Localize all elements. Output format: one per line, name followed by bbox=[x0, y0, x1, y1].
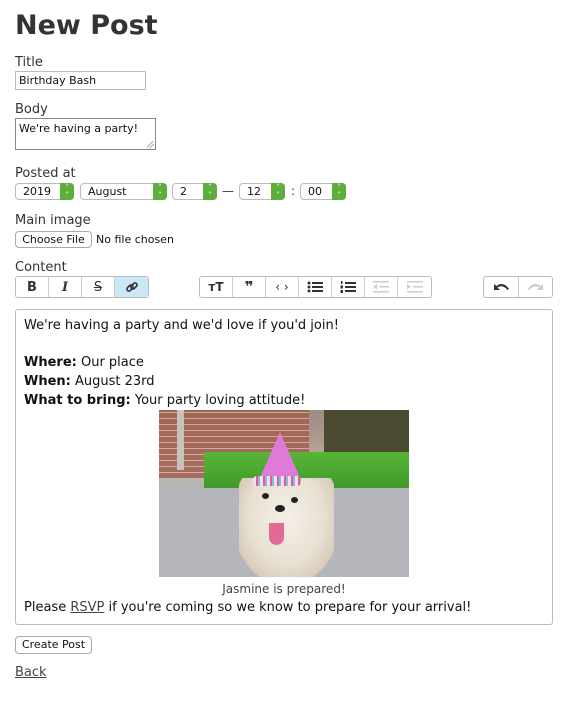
month-value: August bbox=[88, 185, 127, 198]
where-value: Our place bbox=[76, 355, 144, 370]
when-line: When: August 23rd bbox=[24, 374, 155, 389]
bold-icon: B bbox=[27, 279, 37, 295]
heading-icon: тT bbox=[208, 280, 224, 294]
title-label: Title bbox=[15, 55, 43, 70]
dog-eye-right bbox=[291, 497, 298, 503]
when-value: August 23rd bbox=[70, 374, 155, 389]
chevron-up-down-icon: ˄ ˅ bbox=[332, 183, 346, 200]
numbered-list-icon bbox=[340, 281, 356, 293]
drain-pipe bbox=[177, 410, 184, 470]
hour-select[interactable]: 12 ˄ ˅ bbox=[239, 183, 285, 200]
dog-party-photo[interactable] bbox=[159, 410, 409, 577]
link-button[interactable] bbox=[115, 277, 148, 297]
posted-at-label: Posted at bbox=[15, 166, 76, 181]
rsvp-line: Please RSVP if you're coming so we know … bbox=[24, 600, 471, 615]
party-hat bbox=[259, 432, 301, 480]
minute-value: 00 bbox=[308, 185, 322, 198]
chevron-up-down-icon: ˄ ˅ bbox=[60, 183, 74, 200]
undo-button[interactable] bbox=[484, 277, 519, 297]
no-file-text: No file chosen bbox=[96, 233, 174, 246]
content-label: Content bbox=[15, 260, 67, 275]
chevron-up-down-icon: ˄ ˅ bbox=[203, 183, 217, 200]
decrease-indent-button[interactable] bbox=[365, 277, 398, 297]
strikethrough-button[interactable]: S bbox=[82, 277, 115, 297]
title-input[interactable]: Birthday Bash bbox=[15, 71, 146, 90]
day-select[interactable]: 2 ˄ ˅ bbox=[172, 183, 217, 200]
body-value: We're having a party! bbox=[19, 122, 139, 135]
rsvp-before: Please bbox=[24, 600, 71, 615]
bullet-list-icon bbox=[307, 281, 323, 293]
bold-button[interactable]: B bbox=[16, 277, 49, 297]
code-button[interactable]: ‹ › bbox=[266, 277, 299, 297]
party-hat-trim bbox=[253, 476, 301, 486]
numbered-list-button[interactable] bbox=[332, 277, 365, 297]
bring-value: Your party loving attitude! bbox=[130, 393, 306, 408]
month-select[interactable]: August ˄ ˅ bbox=[80, 183, 167, 200]
redo-icon bbox=[527, 284, 543, 290]
intro-text: We're having a party and we'd love if yo… bbox=[24, 318, 339, 333]
decrease-indent-icon bbox=[373, 281, 389, 293]
resize-handle-icon[interactable] bbox=[147, 141, 154, 148]
dog-eye-left bbox=[262, 493, 269, 499]
dog-nose bbox=[275, 505, 285, 512]
time-colon: : bbox=[291, 184, 296, 198]
body-label: Body bbox=[15, 102, 48, 117]
where-label: Where: bbox=[24, 355, 77, 370]
content-editor[interactable]: We're having a party and we'd love if yo… bbox=[15, 309, 553, 625]
undo-icon bbox=[494, 284, 509, 290]
dog-body bbox=[239, 478, 334, 577]
block-format-toolbar: тT ❞ ‹ › bbox=[199, 276, 432, 298]
code-icon: ‹ › bbox=[275, 280, 289, 294]
increase-indent-icon bbox=[406, 281, 423, 293]
main-image-label: Main image bbox=[15, 213, 91, 228]
dog-tongue bbox=[269, 523, 284, 545]
strikethrough-icon: S bbox=[93, 279, 103, 295]
quote-button[interactable]: ❞ bbox=[233, 277, 266, 297]
chevron-up-down-icon: ˄ ˅ bbox=[271, 183, 285, 200]
back-link[interactable]: Back bbox=[15, 665, 47, 680]
page-title: New Post bbox=[15, 10, 158, 41]
background-trees bbox=[324, 410, 409, 452]
increase-indent-button[interactable] bbox=[398, 277, 431, 297]
redo-button[interactable] bbox=[519, 277, 552, 297]
history-toolbar bbox=[483, 276, 553, 298]
italic-button[interactable]: I bbox=[49, 277, 82, 297]
bring-line: What to bring: Your party loving attitud… bbox=[24, 393, 305, 408]
hour-value: 12 bbox=[247, 185, 261, 198]
quote-icon: ❞ bbox=[244, 278, 254, 296]
link-icon bbox=[125, 282, 138, 292]
when-label: When: bbox=[24, 374, 71, 389]
bullet-list-button[interactable] bbox=[299, 277, 332, 297]
minute-select[interactable]: 00 ˄ ˅ bbox=[300, 183, 346, 200]
italic-icon: I bbox=[61, 279, 69, 295]
heading-button[interactable]: тT bbox=[200, 277, 233, 297]
day-value: 2 bbox=[180, 185, 187, 198]
body-textarea[interactable]: We're having a party! bbox=[15, 118, 156, 150]
date-time-separator: — bbox=[222, 184, 234, 198]
chevron-up-down-icon: ˄ ˅ bbox=[153, 183, 167, 200]
year-select[interactable]: 2019 ˄ ˅ bbox=[15, 183, 74, 200]
where-line: Where: Our place bbox=[24, 355, 144, 370]
image-caption: Jasmine is prepared! bbox=[222, 582, 346, 596]
bring-label: What to bring: bbox=[24, 393, 131, 408]
rsvp-link[interactable]: RSVP bbox=[70, 600, 104, 615]
text-format-toolbar: B I S bbox=[15, 276, 149, 298]
create-post-button[interactable]: Create Post bbox=[15, 636, 92, 654]
choose-file-button[interactable]: Choose File bbox=[15, 231, 92, 248]
year-value: 2019 bbox=[23, 185, 51, 198]
rsvp-after: if you're coming so we know to prepare f… bbox=[104, 600, 472, 615]
